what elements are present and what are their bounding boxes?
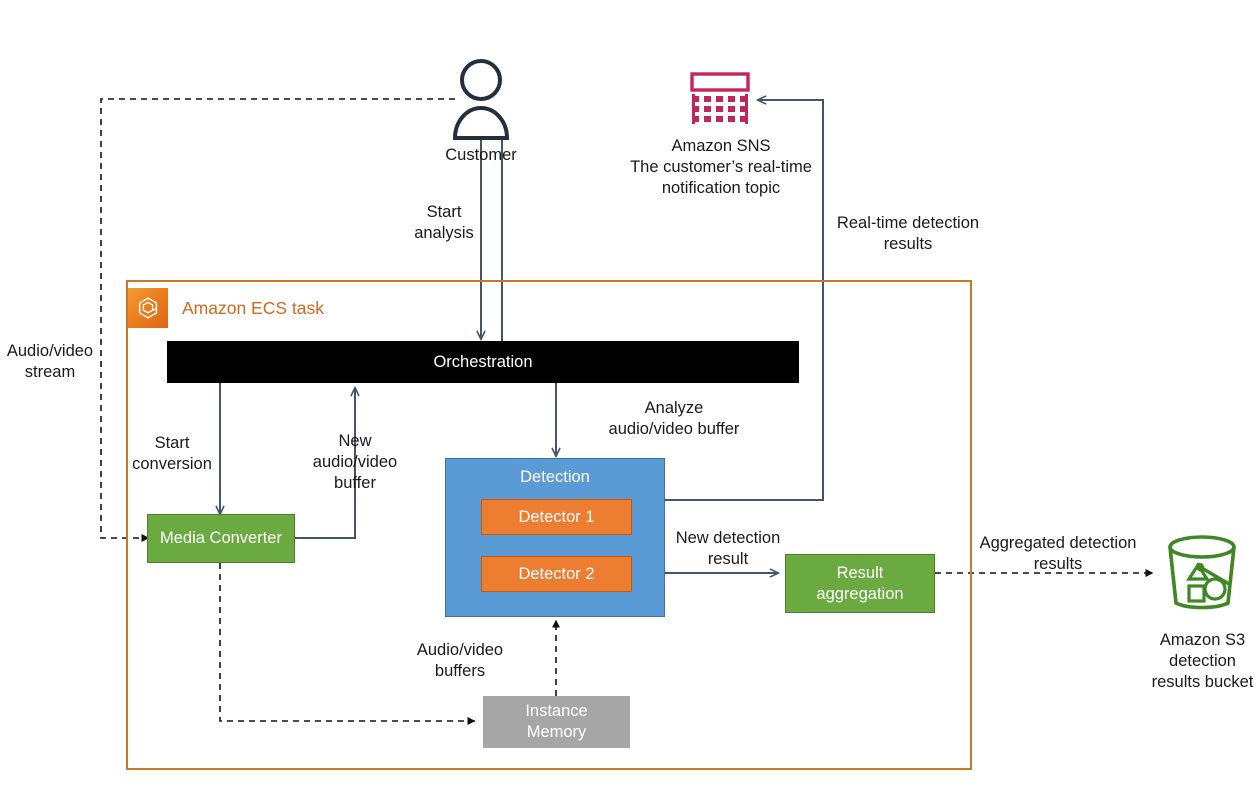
ecs-hexagon-icon — [128, 288, 168, 328]
amazon-ecs-task-label: Amazon ECS task — [182, 297, 324, 318]
amazon-s3-label: Amazon S3 detection results bucket — [1151, 631, 1254, 691]
label-audio-video-buffers: Audio/video buffers — [416, 641, 504, 680]
label-audio-video-stream: Audio/video stream — [6, 342, 94, 381]
detector-1-node[interactable]: Detector 1 — [481, 499, 632, 535]
label-new-audio-video-buffer: New audio/video buffer — [312, 432, 398, 492]
amazon-ecs-task-header: Amazon ECS task — [128, 288, 324, 328]
instance-memory-label: Instance Memory — [525, 702, 588, 741]
detector-2-node[interactable]: Detector 2 — [481, 556, 632, 592]
amazon-sns-icon — [690, 72, 752, 126]
label-new-detection-result: New detection result — [675, 529, 781, 568]
label-analyze-audio-video-buffer: Analyze audio/video buffer — [608, 399, 740, 438]
customer-label: Customer — [445, 146, 517, 164]
instance-memory-node[interactable]: Instance Memory — [483, 696, 630, 748]
detection-node[interactable]: Detection — [445, 458, 665, 617]
result-aggregation-label: Result aggregation — [816, 563, 904, 603]
customer-icon — [451, 58, 511, 140]
label-start-analysis: Start analysis — [414, 203, 474, 242]
label-aggregated-detection-results: Aggregated detection results — [979, 534, 1137, 573]
amazon-sns-label: Amazon SNS The customer’s real-time noti… — [630, 137, 812, 197]
label-start-conversion: Start conversion — [132, 434, 212, 473]
detector-2-label: Detector 2 — [518, 564, 595, 583]
orchestration-label: Orchestration — [433, 352, 533, 371]
architecture-diagram: Amazon ECS task Customer Amazon SNS The … — [0, 0, 1258, 786]
amazon-s3-bucket-icon — [1158, 529, 1246, 617]
media-converter-label: Media Converter — [160, 529, 282, 547]
detection-label: Detection — [520, 468, 590, 486]
label-real-time-detection-results: Real-time detection results — [836, 214, 980, 253]
detector-1-label: Detector 1 — [518, 507, 595, 526]
orchestration-node[interactable]: Orchestration — [167, 341, 799, 383]
result-aggregation-node[interactable]: Result aggregation — [785, 554, 935, 613]
media-converter-node[interactable]: Media Converter — [147, 514, 295, 563]
